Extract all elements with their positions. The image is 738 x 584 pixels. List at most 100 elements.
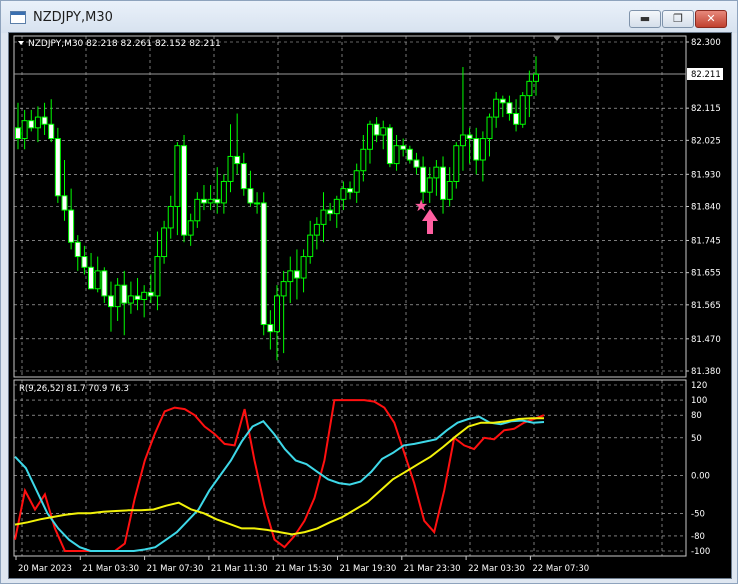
candle [234, 113, 241, 175]
chart-canvas[interactable]: 82.300 82.115 82.025 81.930 81.840 81.745 81.6… [9, 33, 731, 578]
indicator-grid [14, 380, 686, 556]
candle-body [313, 223, 320, 236]
candle-body [127, 295, 134, 304]
shift-marker-icon[interactable] [553, 36, 561, 41]
candle-body [187, 220, 194, 236]
candle [34, 106, 41, 143]
candle-body [61, 195, 68, 211]
candle-body [240, 163, 247, 190]
candle-body [373, 123, 380, 136]
candle [466, 127, 473, 164]
candle [440, 156, 447, 214]
price-tick-label: 81.565 [691, 301, 721, 311]
candle-body [433, 166, 440, 179]
candle [446, 167, 453, 207]
window-title: NZDJPY,M30 [33, 10, 113, 25]
candle-body [499, 98, 506, 104]
candle-body [307, 234, 314, 258]
candle-body [214, 198, 221, 204]
candle [486, 113, 493, 157]
current-price-tag: 82.211 [691, 70, 721, 80]
symbol-header: NZDJPY,M30 82.218 82.261 82.152 82.211 [28, 39, 221, 49]
indicator-tick-label: 0.00 [691, 472, 710, 482]
candle-body [479, 138, 486, 161]
candle-body [141, 291, 148, 300]
candle [300, 249, 307, 293]
title-bar[interactable]: NZDJPY,M30 ▬ ❐ ✕ [1, 1, 737, 33]
candle [386, 124, 393, 168]
candle-body [34, 116, 41, 129]
candle [347, 181, 354, 200]
candle-body [440, 166, 447, 200]
candle-body [181, 145, 188, 236]
candle [54, 127, 61, 203]
candle [406, 145, 413, 164]
candle [327, 202, 334, 221]
candle [260, 192, 267, 336]
price-tick-label: 82.115 [691, 104, 721, 114]
candle-body [393, 145, 400, 165]
candle-body [21, 120, 28, 140]
indicator-tick-label: 100 [691, 396, 707, 406]
time-tick-label: 21 Mar 23:30 [404, 564, 461, 574]
candle [41, 102, 48, 135]
candle [313, 217, 320, 250]
candle [15, 102, 21, 150]
candle-body [260, 202, 267, 326]
symbol-menu-arrow-icon[interactable] [18, 41, 24, 45]
candle [61, 160, 68, 221]
candle-body [207, 198, 214, 204]
close-button[interactable]: ✕ [695, 10, 727, 28]
candle [174, 142, 181, 236]
candle-body [340, 188, 347, 200]
indicator-tick-label: 80 [691, 411, 702, 421]
indicator-panel-frame [13, 379, 687, 557]
candle [94, 256, 101, 293]
candle-body [74, 241, 81, 258]
indicator-tick-label: -50 [691, 509, 705, 519]
candle-body [15, 127, 21, 140]
signal-star-icon: ★ [414, 196, 428, 215]
time-tick-label: 20 Mar 2023 [18, 564, 72, 574]
candle-body [347, 188, 354, 193]
candle-body [114, 284, 121, 308]
chart-svg[interactable]: 82.300 82.115 82.025 81.930 81.840 81.745 81.6… [9, 33, 731, 578]
candle-body [134, 295, 141, 300]
candle-body [147, 291, 154, 297]
candle-body [300, 256, 307, 279]
candle-body [81, 256, 88, 268]
candle-body [446, 180, 453, 200]
candle-body [200, 198, 207, 204]
candle [68, 188, 75, 250]
candle [506, 95, 513, 121]
maximize-button[interactable]: ❐ [662, 10, 694, 28]
candle-body [194, 198, 201, 222]
candle-body [420, 166, 427, 193]
candle-body [406, 148, 413, 161]
candle-body [473, 138, 480, 161]
candle [194, 192, 201, 228]
candle [274, 285, 280, 361]
candle [154, 231, 161, 311]
price-grid [14, 36, 686, 377]
time-tick-label: 21 Mar 15:30 [275, 564, 332, 574]
candle-body [280, 281, 287, 297]
time-tick-label: 21 Mar 19:30 [340, 564, 397, 574]
candle-body [459, 134, 466, 147]
candle [433, 160, 440, 196]
candle-body [413, 159, 420, 168]
minimize-button[interactable]: ▬ [629, 10, 661, 28]
time-tick-label: 22 Mar 03:30 [468, 564, 525, 574]
candle-body [360, 148, 367, 172]
candle [473, 127, 480, 175]
candle [499, 95, 506, 118]
candle [187, 213, 194, 246]
candle-body [486, 116, 493, 140]
candle [161, 220, 168, 264]
candle-body [54, 138, 61, 197]
terminal-window: NZDJPY,M30 ▬ ❐ ✕ 82.300 82.115 82.025 81.93… [0, 0, 738, 584]
candle-body [493, 98, 500, 118]
price-tick-label: 81.380 [691, 367, 721, 377]
time-tick-label: 21 Mar 11:30 [211, 564, 268, 574]
candle-body [293, 270, 300, 279]
